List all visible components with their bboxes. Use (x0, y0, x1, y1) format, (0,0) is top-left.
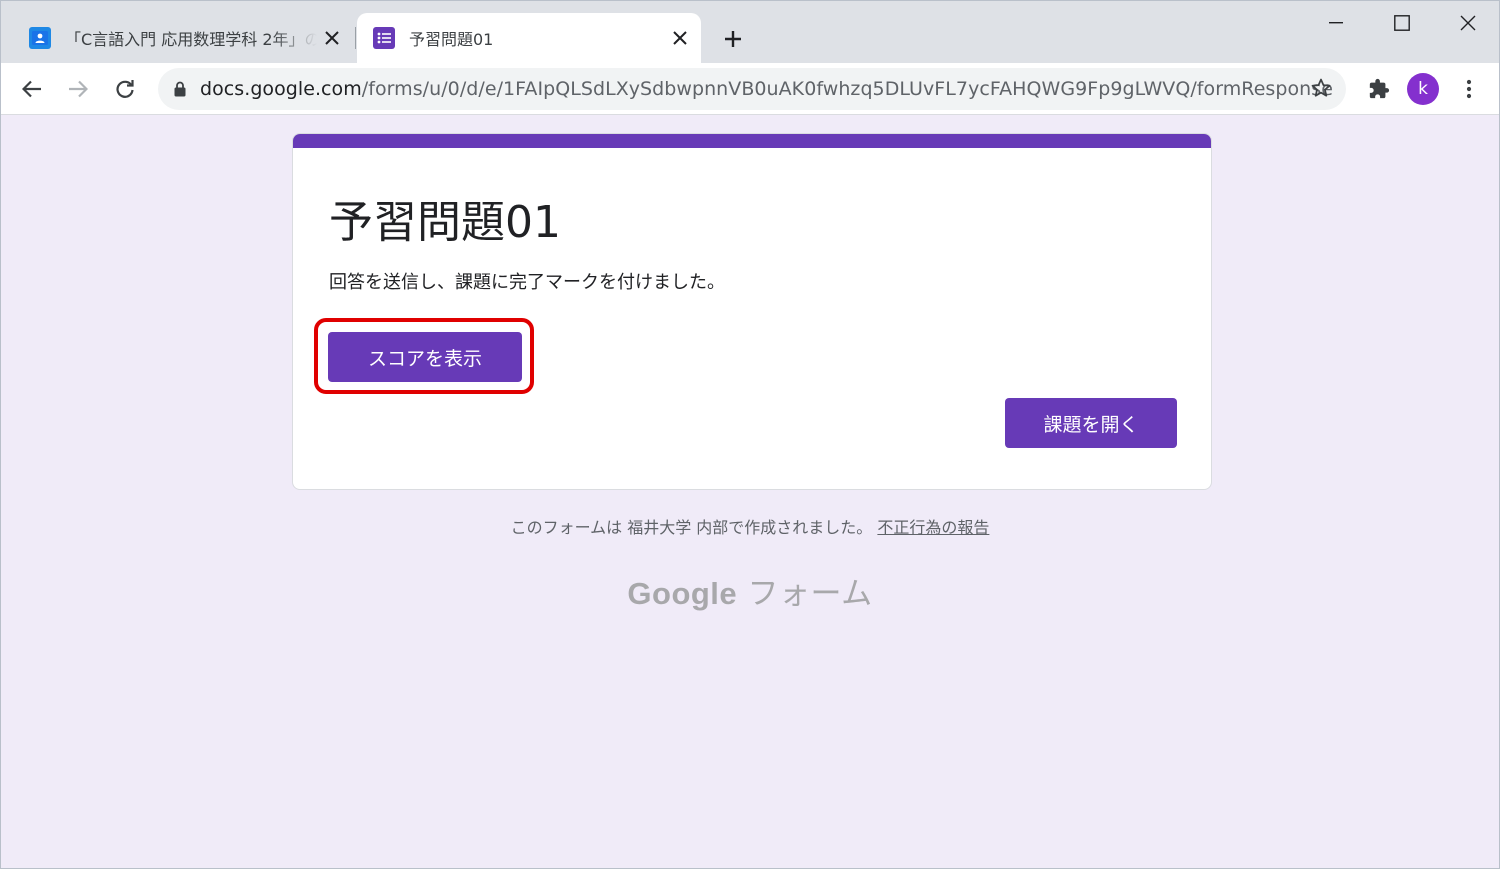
close-tab-icon[interactable] (317, 23, 347, 53)
tab-form[interactable]: 予習問題01 (357, 13, 701, 63)
bookmark-star-icon[interactable] (1310, 77, 1332, 99)
new-tab-button[interactable] (717, 23, 749, 55)
confirmation-message: 回答を送信し、課題に完了マークを付けました。 (329, 272, 725, 293)
form-title: 予習問題01 (329, 197, 561, 248)
footer-note: このフォームは 福井大学 内部で作成されました。 不正行為の報告 (1, 514, 1499, 538)
minimize-icon (1329, 22, 1343, 24)
google-classroom-icon (29, 27, 51, 49)
url-text[interactable]: docs.google.com/forms/u/0/d/e/1FAIpQLSdL… (200, 78, 1333, 100)
google-forms-icon (373, 27, 395, 49)
maximize-button[interactable] (1369, 1, 1435, 45)
form-card: 予習問題01 回答を送信し、課題に完了マークを付けました。 スコアを表示 課題を… (292, 133, 1212, 490)
browser-toolbar: docs.google.com/forms/u/0/d/e/1FAIpQLSdL… (1, 63, 1499, 115)
brand-google-text: Google (627, 576, 738, 611)
close-window-button[interactable] (1435, 1, 1500, 45)
url-host: docs.google.com (200, 78, 362, 100)
profile-avatar[interactable]: k (1407, 73, 1439, 105)
browser-menu-button[interactable] (1453, 71, 1485, 107)
google-forms-logo[interactable]: Google フォーム (1, 568, 1499, 613)
forward-button[interactable] (60, 71, 96, 107)
minimize-button[interactable] (1303, 1, 1369, 45)
card-accent-bar (293, 134, 1211, 148)
more-vertical-icon (1466, 79, 1472, 99)
extensions-button[interactable] (1361, 71, 1397, 107)
arrow-left-icon (22, 80, 41, 98)
brand-product-text: フォーム (747, 576, 873, 612)
tab-strip: 「C言語入門 応用数理学科 2年」の 予習問題01 (1, 1, 1499, 63)
back-button[interactable] (14, 71, 50, 107)
footer-note-text: このフォームは 福井大学 内部で作成されました。 (510, 518, 873, 537)
url-path: /forms/u/0/d/e/1FAIpQLSdLXySdbwpnnVB0uAK… (361, 78, 1333, 100)
maximize-icon (1394, 15, 1410, 31)
close-tab-icon[interactable] (665, 23, 695, 53)
puzzle-piece-icon (1369, 78, 1390, 99)
tab-title: 「C言語入門 応用数理学科 2年」の (65, 30, 317, 49)
reload-icon (116, 80, 134, 98)
close-icon (1460, 15, 1476, 31)
tab-title: 予習問題01 (409, 30, 494, 49)
plus-icon (725, 31, 741, 47)
open-assignment-button[interactable]: 課題を開く (1005, 398, 1177, 448)
tab-classroom[interactable]: 「C言語入門 応用数理学科 2年」の (13, 13, 353, 63)
address-bar[interactable]: docs.google.com/forms/u/0/d/e/1FAIpQLSdL… (158, 68, 1346, 110)
page-content: 予習問題01 回答を送信し、課題に完了マークを付けました。 スコアを表示 課題を… (1, 116, 1499, 868)
arrow-right-icon (69, 80, 88, 98)
lock-icon[interactable] (174, 81, 186, 97)
report-abuse-link[interactable]: 不正行為の報告 (877, 518, 989, 537)
browser-window: 「C言語入門 応用数理学科 2年」の 予習問題01 docs.google.co… (0, 0, 1500, 869)
view-score-button[interactable]: スコアを表示 (328, 332, 522, 382)
tab-separator (355, 27, 356, 49)
reload-button[interactable] (107, 71, 143, 107)
